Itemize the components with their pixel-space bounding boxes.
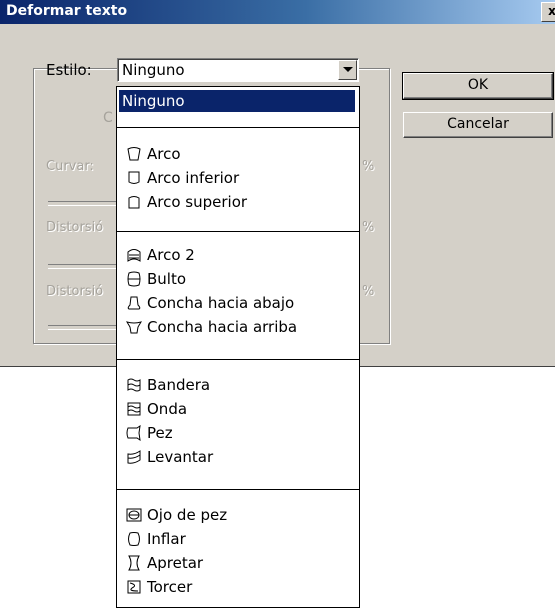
horizontal-distortion-slider[interactable] bbox=[48, 264, 118, 269]
dropdown-item-bulto[interactable]: Bulto bbox=[119, 268, 355, 290]
style-select-value: Ninguno bbox=[122, 61, 185, 79]
curve-percent: % bbox=[362, 159, 375, 174]
dropdown-item-label: Onda bbox=[147, 400, 188, 418]
dropdown-item-label: Arco inferior bbox=[147, 169, 240, 187]
vertical-distortion-percent: % bbox=[362, 284, 375, 299]
curve-label: Curvar: bbox=[46, 159, 94, 174]
dropdown-item-ojo-de-pez[interactable]: Ojo de pez bbox=[119, 504, 355, 526]
dropdown-item-label: Ninguno bbox=[122, 92, 185, 110]
style-label: Estilo: bbox=[46, 61, 92, 79]
arch-icon bbox=[127, 249, 141, 262]
dropdown-item-arco-superior[interactable]: Arco superior bbox=[119, 191, 355, 213]
rise-icon bbox=[127, 450, 141, 464]
arc-lower-icon bbox=[128, 171, 140, 184]
dropdown-item-inflar[interactable]: Inflar bbox=[119, 528, 355, 550]
shell-upper-icon bbox=[126, 321, 142, 334]
dropdown-item-label: Apretar bbox=[147, 554, 204, 572]
dropdown-separator bbox=[117, 489, 359, 490]
dropdown-item-ninguno[interactable]: Ninguno bbox=[119, 90, 355, 112]
wave-icon bbox=[127, 402, 141, 416]
dropdown-item-label: Arco bbox=[147, 145, 181, 163]
vertical-distortion-label: Distorsió bbox=[46, 284, 104, 299]
dropdown-item-levantar[interactable]: Levantar bbox=[119, 446, 355, 468]
dropdown-separator bbox=[117, 359, 359, 360]
twist-icon bbox=[127, 580, 141, 594]
dropdown-item-arco[interactable]: Arco bbox=[119, 143, 355, 165]
dropdown-item-label: Ojo de pez bbox=[147, 506, 228, 524]
cancel-button[interactable]: Cancelar bbox=[403, 112, 553, 138]
fisheye-icon bbox=[126, 508, 142, 522]
style-select[interactable]: Ninguno bbox=[117, 58, 359, 82]
dropdown-item-apretar[interactable]: Apretar bbox=[119, 552, 355, 574]
orientation-radio-label: C bbox=[103, 110, 113, 126]
vertical-distortion-slider[interactable] bbox=[48, 325, 118, 330]
title-bar[interactable]: Deformar texto x bbox=[0, 0, 555, 24]
dropdown-item-concha-arriba[interactable]: Concha hacia arriba bbox=[119, 316, 355, 338]
dialog-title: Deformar texto bbox=[6, 3, 128, 19]
dropdown-item-label: Bandera bbox=[147, 376, 211, 394]
dropdown-item-label: Inflar bbox=[147, 530, 186, 548]
curve-slider[interactable] bbox=[48, 201, 118, 206]
dropdown-item-arco-inferior[interactable]: Arco inferior bbox=[119, 167, 355, 189]
dropdown-item-label: Concha hacia arriba bbox=[147, 318, 298, 336]
arc-icon bbox=[127, 147, 141, 161]
flag-icon bbox=[127, 378, 141, 392]
style-select-dropdown-button[interactable] bbox=[338, 60, 357, 80]
dropdown-item-label: Concha hacia abajo bbox=[147, 294, 295, 312]
inflate-icon bbox=[128, 532, 140, 546]
dropdown-item-concha-abajo[interactable]: Concha hacia abajo bbox=[119, 292, 355, 314]
dropdown-item-torcer[interactable]: Torcer bbox=[119, 576, 355, 598]
dropdown-separator bbox=[117, 127, 359, 128]
dropdown-item-bandera[interactable]: Bandera bbox=[119, 374, 355, 396]
dropdown-item-label: Torcer bbox=[147, 578, 193, 596]
ok-button[interactable]: OK bbox=[402, 72, 554, 100]
fish-icon bbox=[126, 425, 141, 441]
squeeze-icon bbox=[128, 555, 140, 571]
dropdown-item-label: Arco superior bbox=[147, 193, 248, 211]
arc-upper-icon bbox=[128, 196, 140, 209]
horizontal-distortion-label: Distorsió bbox=[46, 220, 104, 235]
dropdown-item-pez[interactable]: Pez bbox=[119, 422, 355, 444]
dropdown-item-label: Arco 2 bbox=[147, 246, 195, 264]
horizontal-distortion-percent: % bbox=[362, 220, 375, 235]
dropdown-item-label: Pez bbox=[147, 424, 173, 442]
chevron-down-icon bbox=[343, 67, 353, 72]
dropdown-item-onda[interactable]: Onda bbox=[119, 398, 355, 420]
shell-lower-icon bbox=[127, 296, 141, 310]
style-dropdown-list: Ninguno Arco Arco inferior Arco superior… bbox=[116, 86, 360, 608]
dropdown-item-label: Bulto bbox=[147, 270, 187, 288]
dropdown-item-label: Levantar bbox=[147, 448, 214, 466]
dropdown-separator bbox=[117, 231, 359, 232]
close-button[interactable]: x bbox=[541, 2, 555, 22]
dropdown-item-arco-2[interactable]: Arco 2 bbox=[119, 244, 355, 266]
bulge-icon bbox=[127, 271, 141, 287]
